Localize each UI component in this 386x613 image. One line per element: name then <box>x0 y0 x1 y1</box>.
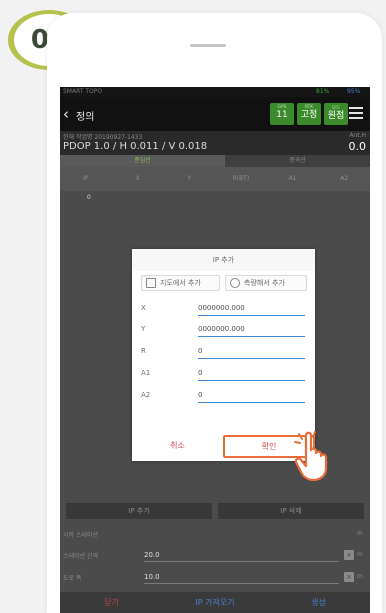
tab-bar: 종심선 종곡선 <box>60 155 370 167</box>
field-a2-label: A2 <box>141 391 151 399</box>
add-ip-dialog: IP 추가 지도에서 추가 측량해서 추가 X 0000000.000 Y 00… <box>132 249 315 461</box>
status-app-name: SMART TOPO <box>63 88 103 95</box>
station-interval-label: 스테이션 간격 <box>63 553 99 560</box>
bottom-action-bar: 닫기 IP 가져오기 생성 <box>60 592 370 613</box>
status-battery-2: 95% <box>347 88 361 95</box>
field-r: R 0 <box>132 343 315 361</box>
field-r-input[interactable]: 0 <box>198 344 305 359</box>
field-a1-label: A1 <box>141 369 151 377</box>
field-a1-input[interactable]: 0 <box>198 366 305 381</box>
ip-table-header: IP X Y R(BT) A1 A2 <box>60 167 370 191</box>
mode-value: 원점 <box>327 111 345 121</box>
map-icon <box>146 278 156 288</box>
close-button[interactable]: 닫기 <box>60 592 163 613</box>
clear-icon[interactable]: × <box>344 550 354 560</box>
road-width-row: 도로 폭 10.0 × m <box>60 569 370 585</box>
load-ip-button[interactable]: IP 가져오기 <box>163 592 266 613</box>
column-header-y: Y <box>187 175 192 182</box>
field-x-label: X <box>141 304 146 312</box>
start-station-unit: m <box>357 530 363 537</box>
cancel-button[interactable]: 취소 <box>132 434 223 461</box>
mode-status-badge[interactable]: 모드 원점 <box>324 103 348 125</box>
create-button[interactable]: 생성 <box>267 592 370 613</box>
back-chevron-icon[interactable]: ‹ <box>63 106 75 122</box>
field-y-label: Y <box>141 325 146 333</box>
tutorial-stage: 02 SMART TOPO 81% 95% ‹ 정의 GPS 11 RTK 고정… <box>0 0 386 613</box>
dialog-footer: 취소 확인 <box>132 434 315 461</box>
rtk-caption: RTK <box>304 105 314 110</box>
station-interval-row: 스테이션 간격 20.0 × m <box>60 547 370 563</box>
tab-longitudinal-line[interactable]: 종심선 <box>60 155 225 167</box>
tab-vertical-curve[interactable]: 종곡선 <box>225 155 370 167</box>
field-y: Y 0000000.000 <box>132 321 315 339</box>
field-x-input[interactable]: 0000000.000 <box>198 301 305 316</box>
rtk-value: 고정 <box>300 110 318 120</box>
add-from-map-button[interactable]: 지도에서 추가 <box>141 275 220 291</box>
survey-icon <box>230 278 240 288</box>
station-interval-unit: m <box>357 551 363 558</box>
precision-readout: PDOP 1.0 / H 0.011 / V 0.018 <box>63 141 208 152</box>
add-by-measure-button[interactable]: 측량해서 추가 <box>225 275 307 291</box>
hamburger-menu-icon[interactable] <box>349 107 363 119</box>
info-bar: 현재 작업명 20190927-1433 PDOP 1.0 / H 0.011 … <box>60 131 370 155</box>
field-r-label: R <box>141 347 146 355</box>
road-width-unit: m <box>357 573 363 580</box>
column-header-x: X <box>135 175 140 182</box>
page-title: 정의 <box>76 112 95 123</box>
phone-speaker <box>190 44 226 47</box>
gps-status-badge[interactable]: GPS 11 <box>270 103 294 125</box>
gps-caption: GPS <box>277 105 287 110</box>
road-width-label: 도로 폭 <box>63 575 82 582</box>
field-y-input[interactable]: 0000000.000 <box>198 322 305 337</box>
field-a1: A1 0 <box>132 365 315 383</box>
column-header-r: R(BT) <box>232 175 250 182</box>
column-header-ip: IP <box>83 175 89 182</box>
add-from-map-label: 지도에서 추가 <box>160 279 201 287</box>
table-row[interactable]: 0 <box>87 191 91 205</box>
add-ip-button[interactable]: IP 추가 <box>66 503 212 519</box>
field-x: X 0000000.000 <box>132 300 315 318</box>
add-by-measure-label: 측량해서 추가 <box>244 279 285 287</box>
status-battery-1: 81% <box>316 88 330 95</box>
gps-value: 11 <box>276 110 288 120</box>
antenna-height-value: 0.0 <box>348 140 367 153</box>
mode-caption: 모드 <box>331 106 341 111</box>
current-job-name: 현재 작업명 20190927-1433 <box>63 134 143 141</box>
ip-actions: IP 추가 IP 삭제 <box>60 503 370 519</box>
field-a2-input[interactable]: 0 <box>198 388 305 403</box>
dialog-title: IP 추가 <box>132 249 315 271</box>
field-a2: A2 0 <box>132 387 315 405</box>
app-bar: ‹ 정의 GPS 11 RTK 고정 모드 원점 <box>60 97 370 131</box>
pointer-hand-icon <box>294 431 328 482</box>
column-header-a1: A1 <box>288 175 297 182</box>
start-station-row: 시작 스테이션 m <box>60 526 370 542</box>
status-bar: SMART TOPO 81% 95% <box>60 87 370 97</box>
delete-ip-button[interactable]: IP 삭제 <box>218 503 364 519</box>
station-interval-input[interactable]: 20.0 <box>144 548 339 562</box>
start-station-label: 시작 스테이션 <box>63 532 99 539</box>
column-header-a2: A2 <box>340 175 349 182</box>
rtk-status-badge[interactable]: RTK 고정 <box>297 103 321 125</box>
road-width-input[interactable]: 10.0 <box>144 570 339 584</box>
antenna-height-label: Ant.H <box>349 132 366 139</box>
clear-icon[interactable]: × <box>344 572 354 582</box>
